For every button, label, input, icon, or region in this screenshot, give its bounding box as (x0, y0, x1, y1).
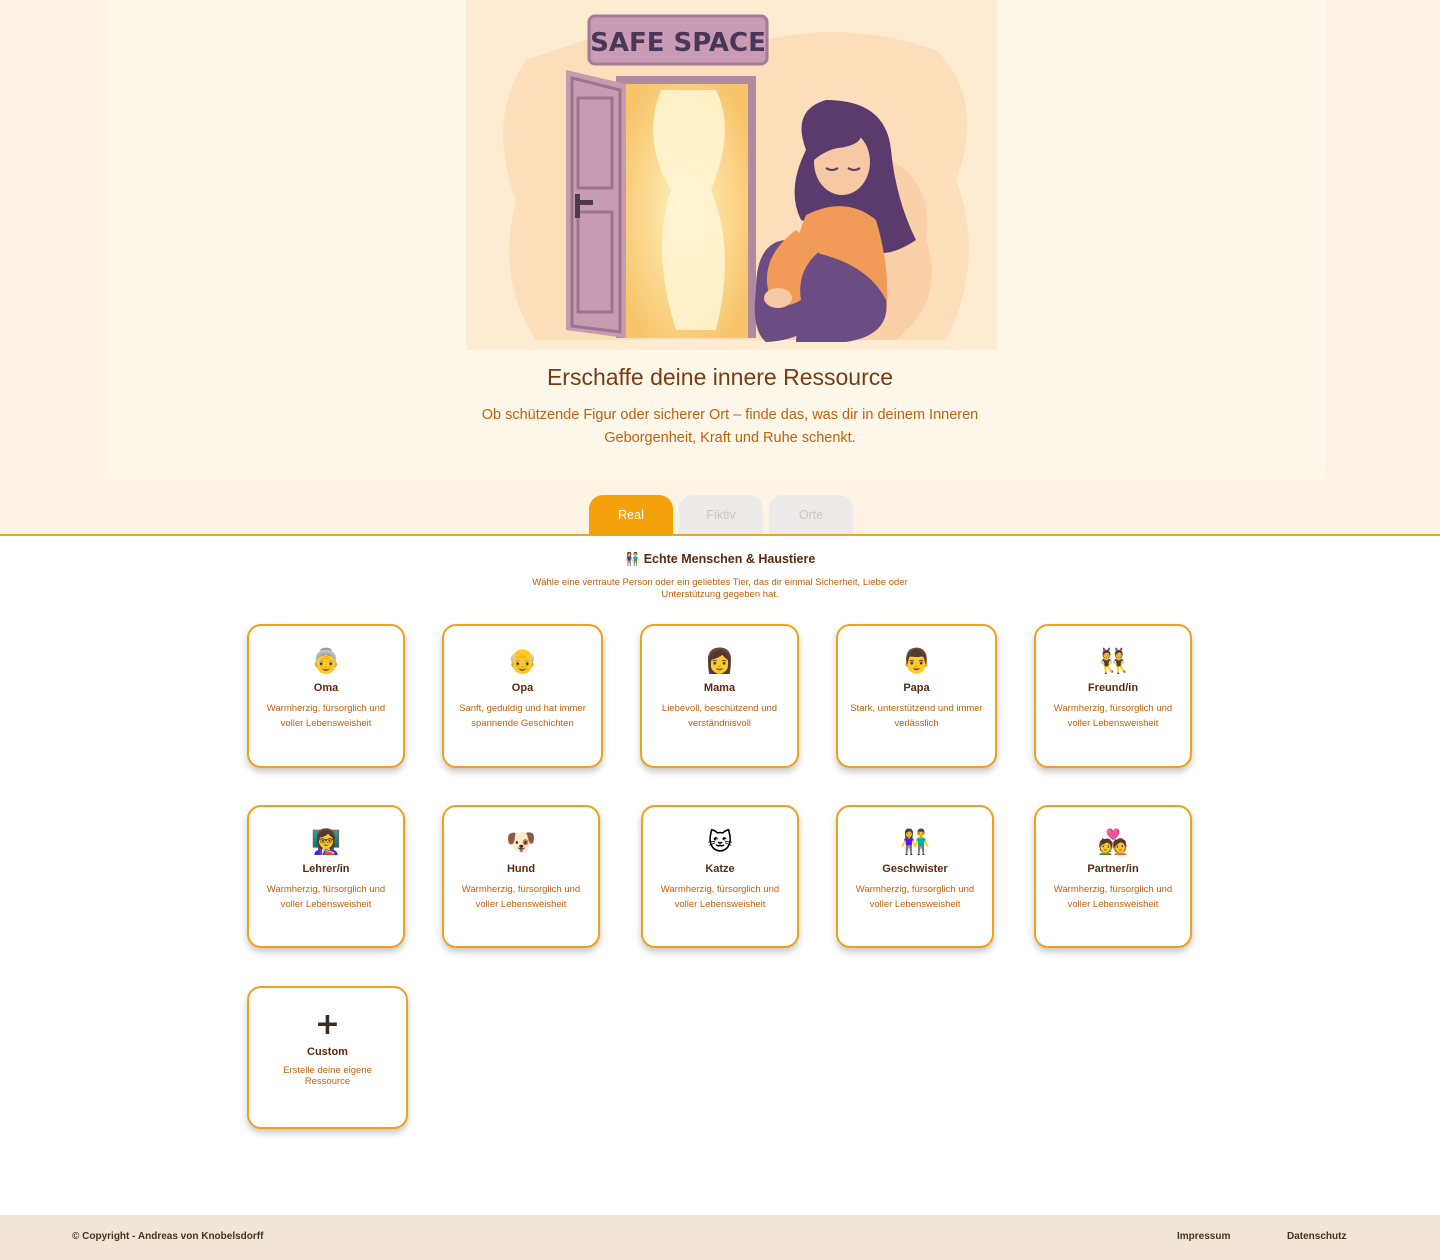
card-description: Warmherzig, fürsorglich und voller Leben… (1053, 884, 1173, 910)
cat-icon: 🐱 (707, 828, 733, 856)
card-name: Katze (705, 863, 735, 875)
card-description: Warmherzig, fürsorglich und voller Leben… (461, 884, 581, 910)
svg-text:SAFE SPACE: SAFE SPACE (590, 28, 766, 58)
couple-icon: 💑 (1098, 828, 1128, 856)
copyright-text: © Copyright - Andreas von Knobelsdorff (72, 1231, 264, 1242)
teacher-icon: 👩‍🏫 (311, 828, 341, 856)
grandfather-icon: 👴 (507, 647, 538, 675)
safe-space-illustration: SAFE SPACE (466, 0, 997, 350)
card-mama[interactable]: 👩 Mama Liebevoll, beschützend und verstä… (640, 624, 799, 768)
card-description: Sanft, geduldig und hat immer spannende … (459, 703, 586, 729)
card-papa[interactable]: 👨 Papa Stark, unterstützend und immer ve… (836, 624, 997, 768)
card-geschwister[interactable]: 👫 Geschwister Warmherzig, fürsorglich un… (836, 805, 994, 948)
tab-fiktiv[interactable]: Fiktiv (679, 495, 763, 535)
card-partner[interactable]: 💑 Partner/in Warmherzig, fürsorglich und… (1034, 805, 1192, 948)
man-icon: 👨 (901, 647, 932, 675)
card-description: Stark, unterstützend und immer verlässli… (850, 703, 983, 729)
category-tabs: Real Fiktiv Orte (589, 495, 853, 535)
grandmother-icon: 👵 (311, 647, 341, 675)
card-lehrer[interactable]: 👩‍🏫 Lehrer/in Warmherzig, fürsorglich un… (247, 805, 405, 948)
card-name: Freund/in (1087, 682, 1139, 694)
card-description: Warmherzig, fürsorglich und voller Leben… (266, 703, 386, 729)
impressum-link[interactable]: Impressum (1177, 1231, 1230, 1242)
hero-title: Erschaffe deine innere Ressource (546, 364, 894, 390)
footer: © Copyright - Andreas von Knobelsdorff I… (0, 1215, 1440, 1260)
friends-icon: 👯 (1098, 647, 1128, 675)
card-name: Partner/in (1087, 863, 1139, 875)
card-oma[interactable]: 👵 Oma Warmherzig, fürsorglich und voller… (247, 624, 405, 768)
section-description: Wähle eine vertraute Person oder ein gel… (532, 577, 908, 600)
card-name: Hund (506, 863, 536, 875)
section-title: 👫 Echte Menschen & Haustiere (624, 552, 816, 566)
card-description: Warmherzig, fürsorglich und voller Leben… (266, 884, 386, 910)
card-opa[interactable]: 👴 Opa Sanft, geduldig und hat immer span… (442, 624, 603, 768)
card-description: Warmherzig, fürsorglich und voller Leben… (660, 884, 780, 910)
hero-section: SAFE SPACE Erschaffe deine innere Ressou… (0, 0, 1440, 535)
card-hund[interactable]: 🐶 Hund Warmherzig, fürsorglich und volle… (442, 805, 600, 948)
card-name: Opa (511, 682, 534, 694)
dog-icon: 🐶 (506, 828, 536, 856)
siblings-icon: 👫 (900, 828, 930, 856)
card-katze[interactable]: 🐱 Katze Warmherzig, fürsorglich und voll… (641, 805, 799, 948)
card-description: Warmherzig, fürsorglich und voller Leben… (1053, 703, 1173, 729)
card-name: Custom (307, 1046, 348, 1058)
card-description: Liebevoll, beschützend und verständnisvo… (661, 703, 778, 729)
card-description: Erstelle deine eigene Ressource (283, 1065, 372, 1087)
card-name: Oma (313, 682, 339, 694)
tab-orte[interactable]: Orte (769, 495, 853, 535)
card-name: Lehrer/in (302, 863, 350, 875)
hero-subtitle: Ob schützende Figur oder sicherer Ort – … (481, 407, 979, 446)
card-name: Geschwister (882, 863, 948, 875)
card-name: Mama (703, 682, 736, 694)
card-description: Warmherzig, fürsorglich und voller Leben… (855, 884, 975, 910)
tab-divider (0, 534, 1440, 536)
card-custom[interactable]: + Custom Erstelle deine eigene Ressource (247, 986, 408, 1129)
plus-icon: + (314, 1007, 341, 1042)
tab-real[interactable]: Real (589, 495, 673, 535)
card-name: Papa (903, 682, 930, 694)
woman-icon: 👩 (704, 647, 735, 675)
datenschutz-link[interactable]: Datenschutz (1287, 1231, 1346, 1242)
card-freund[interactable]: 👯 Freund/in Warmherzig, fürsorglich und … (1034, 624, 1192, 768)
